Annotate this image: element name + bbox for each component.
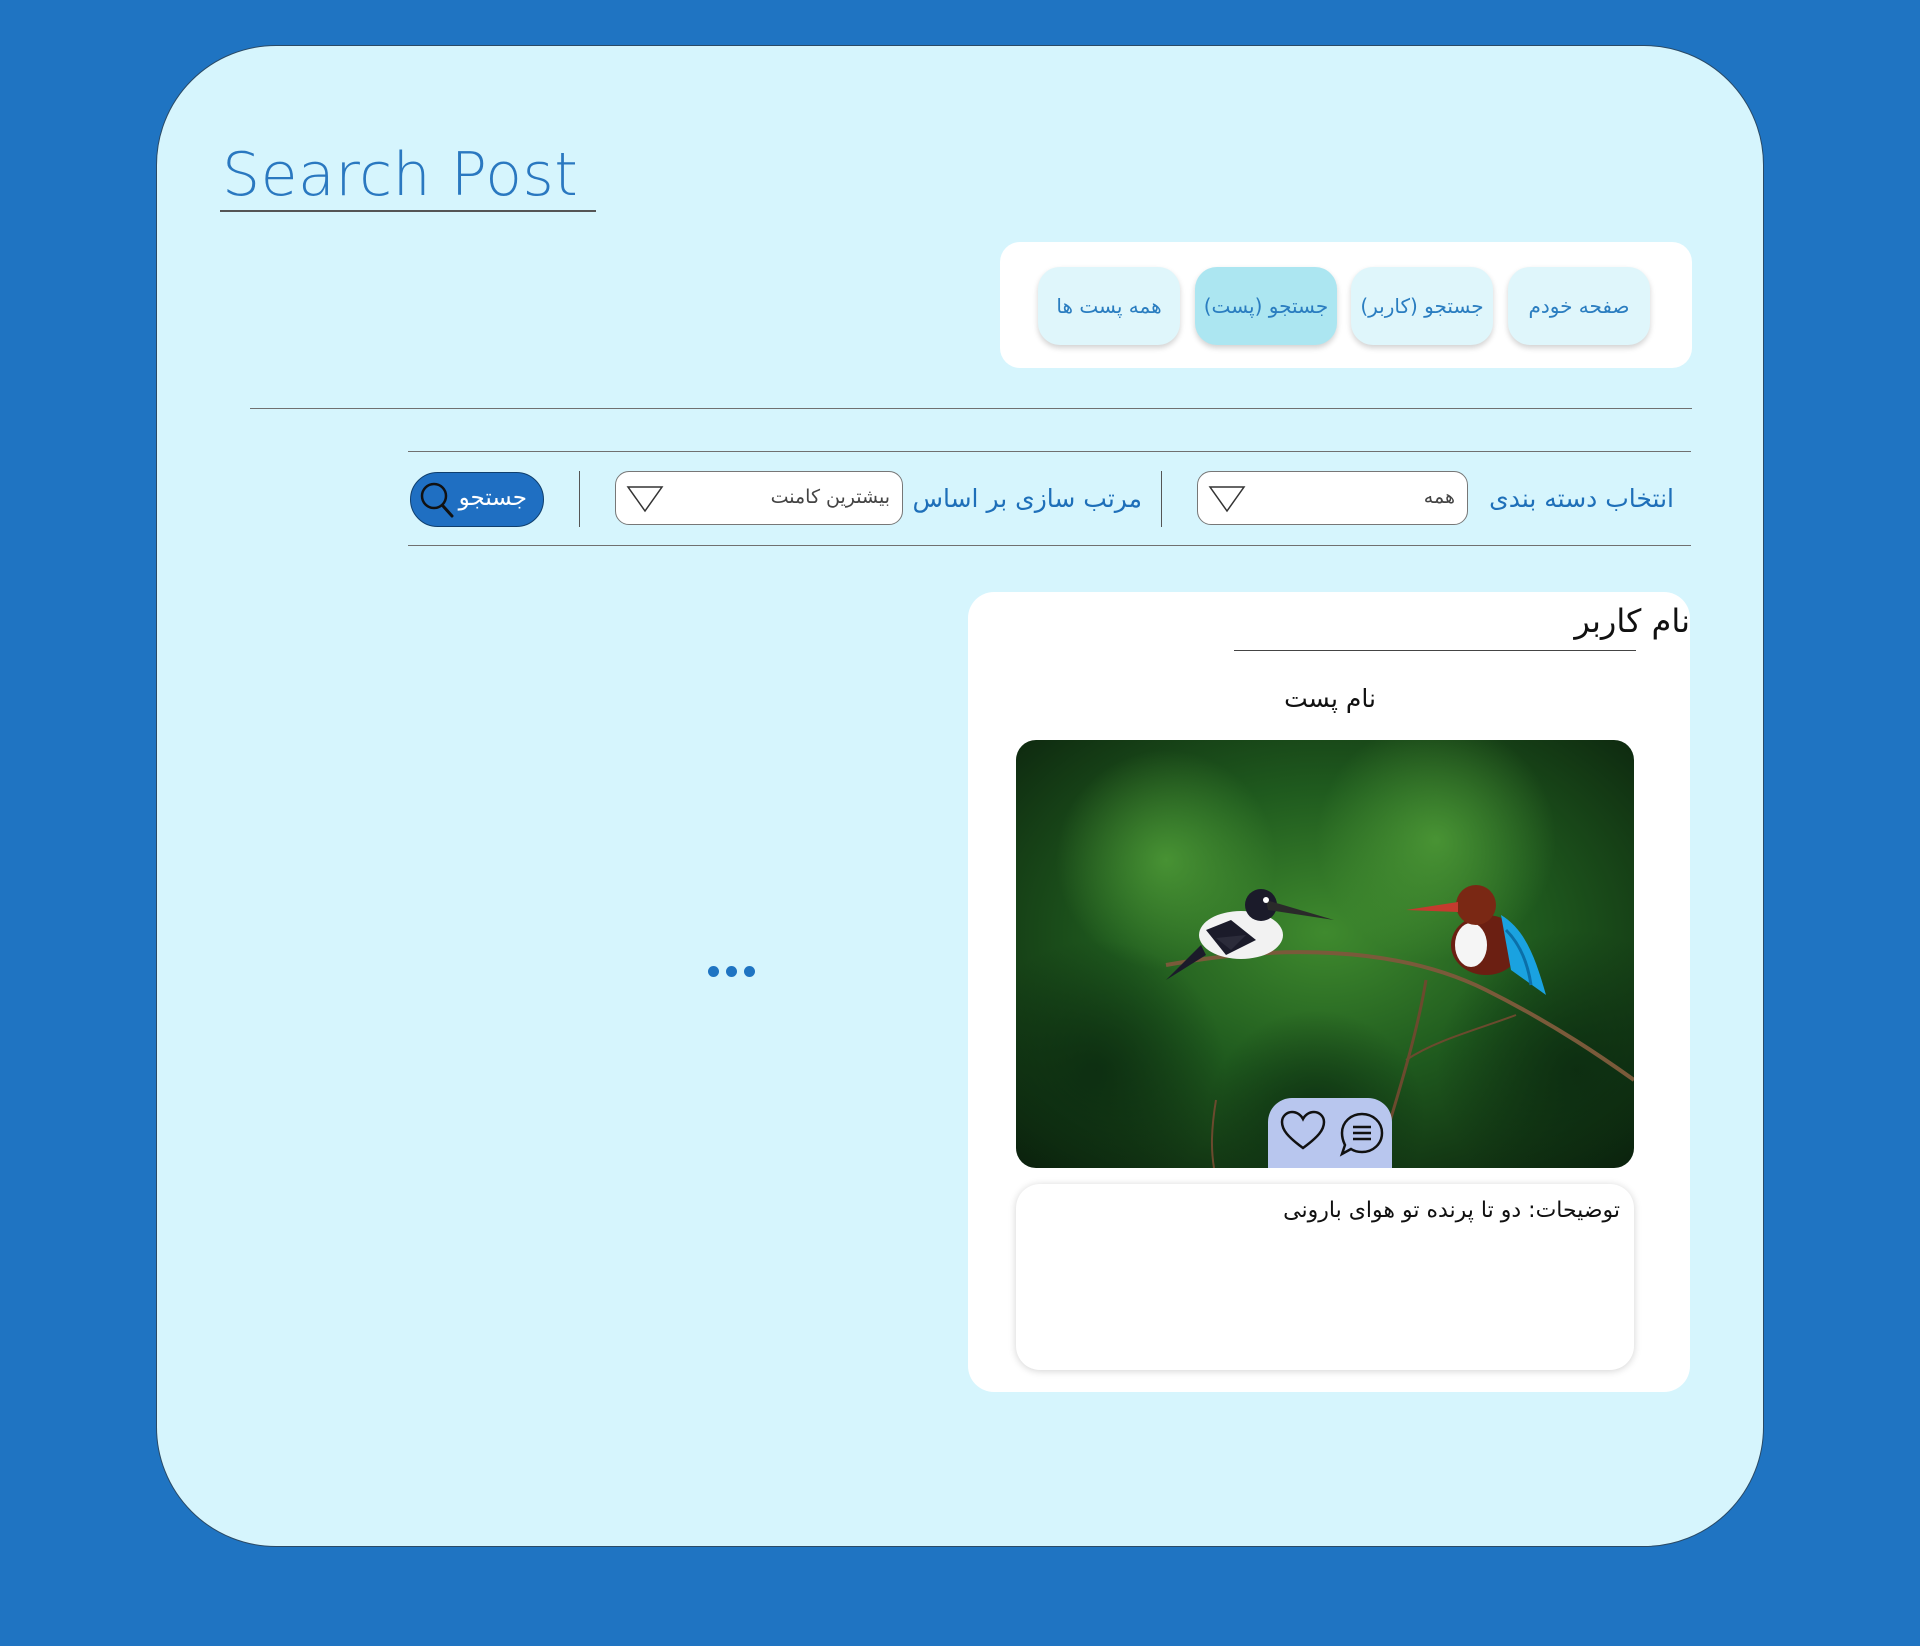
- filter-top-rule: [408, 451, 1691, 452]
- filter-bottom-rule: [408, 545, 1691, 546]
- nav-search-user-button[interactable]: جستجو (کاربر): [1351, 267, 1493, 345]
- comment-icon[interactable]: [1338, 1110, 1386, 1158]
- nav-my-page-button[interactable]: صفحه خودم: [1508, 267, 1650, 345]
- page-title: Search Post: [222, 140, 579, 210]
- sort-label: مرتب سازی بر اساس: [912, 484, 1142, 513]
- search-button[interactable]: جستجو: [410, 472, 544, 527]
- sort-select-value: بیشترین کامنت: [770, 486, 890, 508]
- more-dots-icon[interactable]: [708, 962, 768, 978]
- username-underline: [1234, 650, 1636, 651]
- nav-all-posts-button[interactable]: همه پست ها: [1038, 267, 1180, 345]
- title-underline: [220, 210, 596, 212]
- filter-separator: [1161, 471, 1162, 527]
- section-divider: [250, 408, 1692, 409]
- dropdown-triangle-icon: [626, 486, 664, 513]
- dropdown-triangle-icon: [1208, 486, 1246, 513]
- nav-search-post-button[interactable]: جستجو (پست): [1195, 267, 1337, 345]
- post-description-box: توضیحات: دو تا پرنده تو هوای بارونی: [1016, 1184, 1634, 1370]
- category-select[interactable]: همه: [1197, 471, 1468, 525]
- post-title: نام پست: [1284, 684, 1376, 713]
- heart-icon[interactable]: [1280, 1110, 1326, 1152]
- filter-separator: [579, 471, 580, 527]
- category-select-value: همه: [1423, 486, 1455, 508]
- search-icon: [420, 482, 454, 518]
- sort-select[interactable]: بیشترین کامنت: [615, 471, 903, 525]
- search-button-label: جستجو: [458, 485, 527, 511]
- post-description: توضیحات: دو تا پرنده تو هوای بارونی: [1283, 1198, 1620, 1223]
- category-label: انتخاب دسته بندی: [1489, 484, 1674, 513]
- post-username[interactable]: نام کاربر: [1574, 602, 1690, 640]
